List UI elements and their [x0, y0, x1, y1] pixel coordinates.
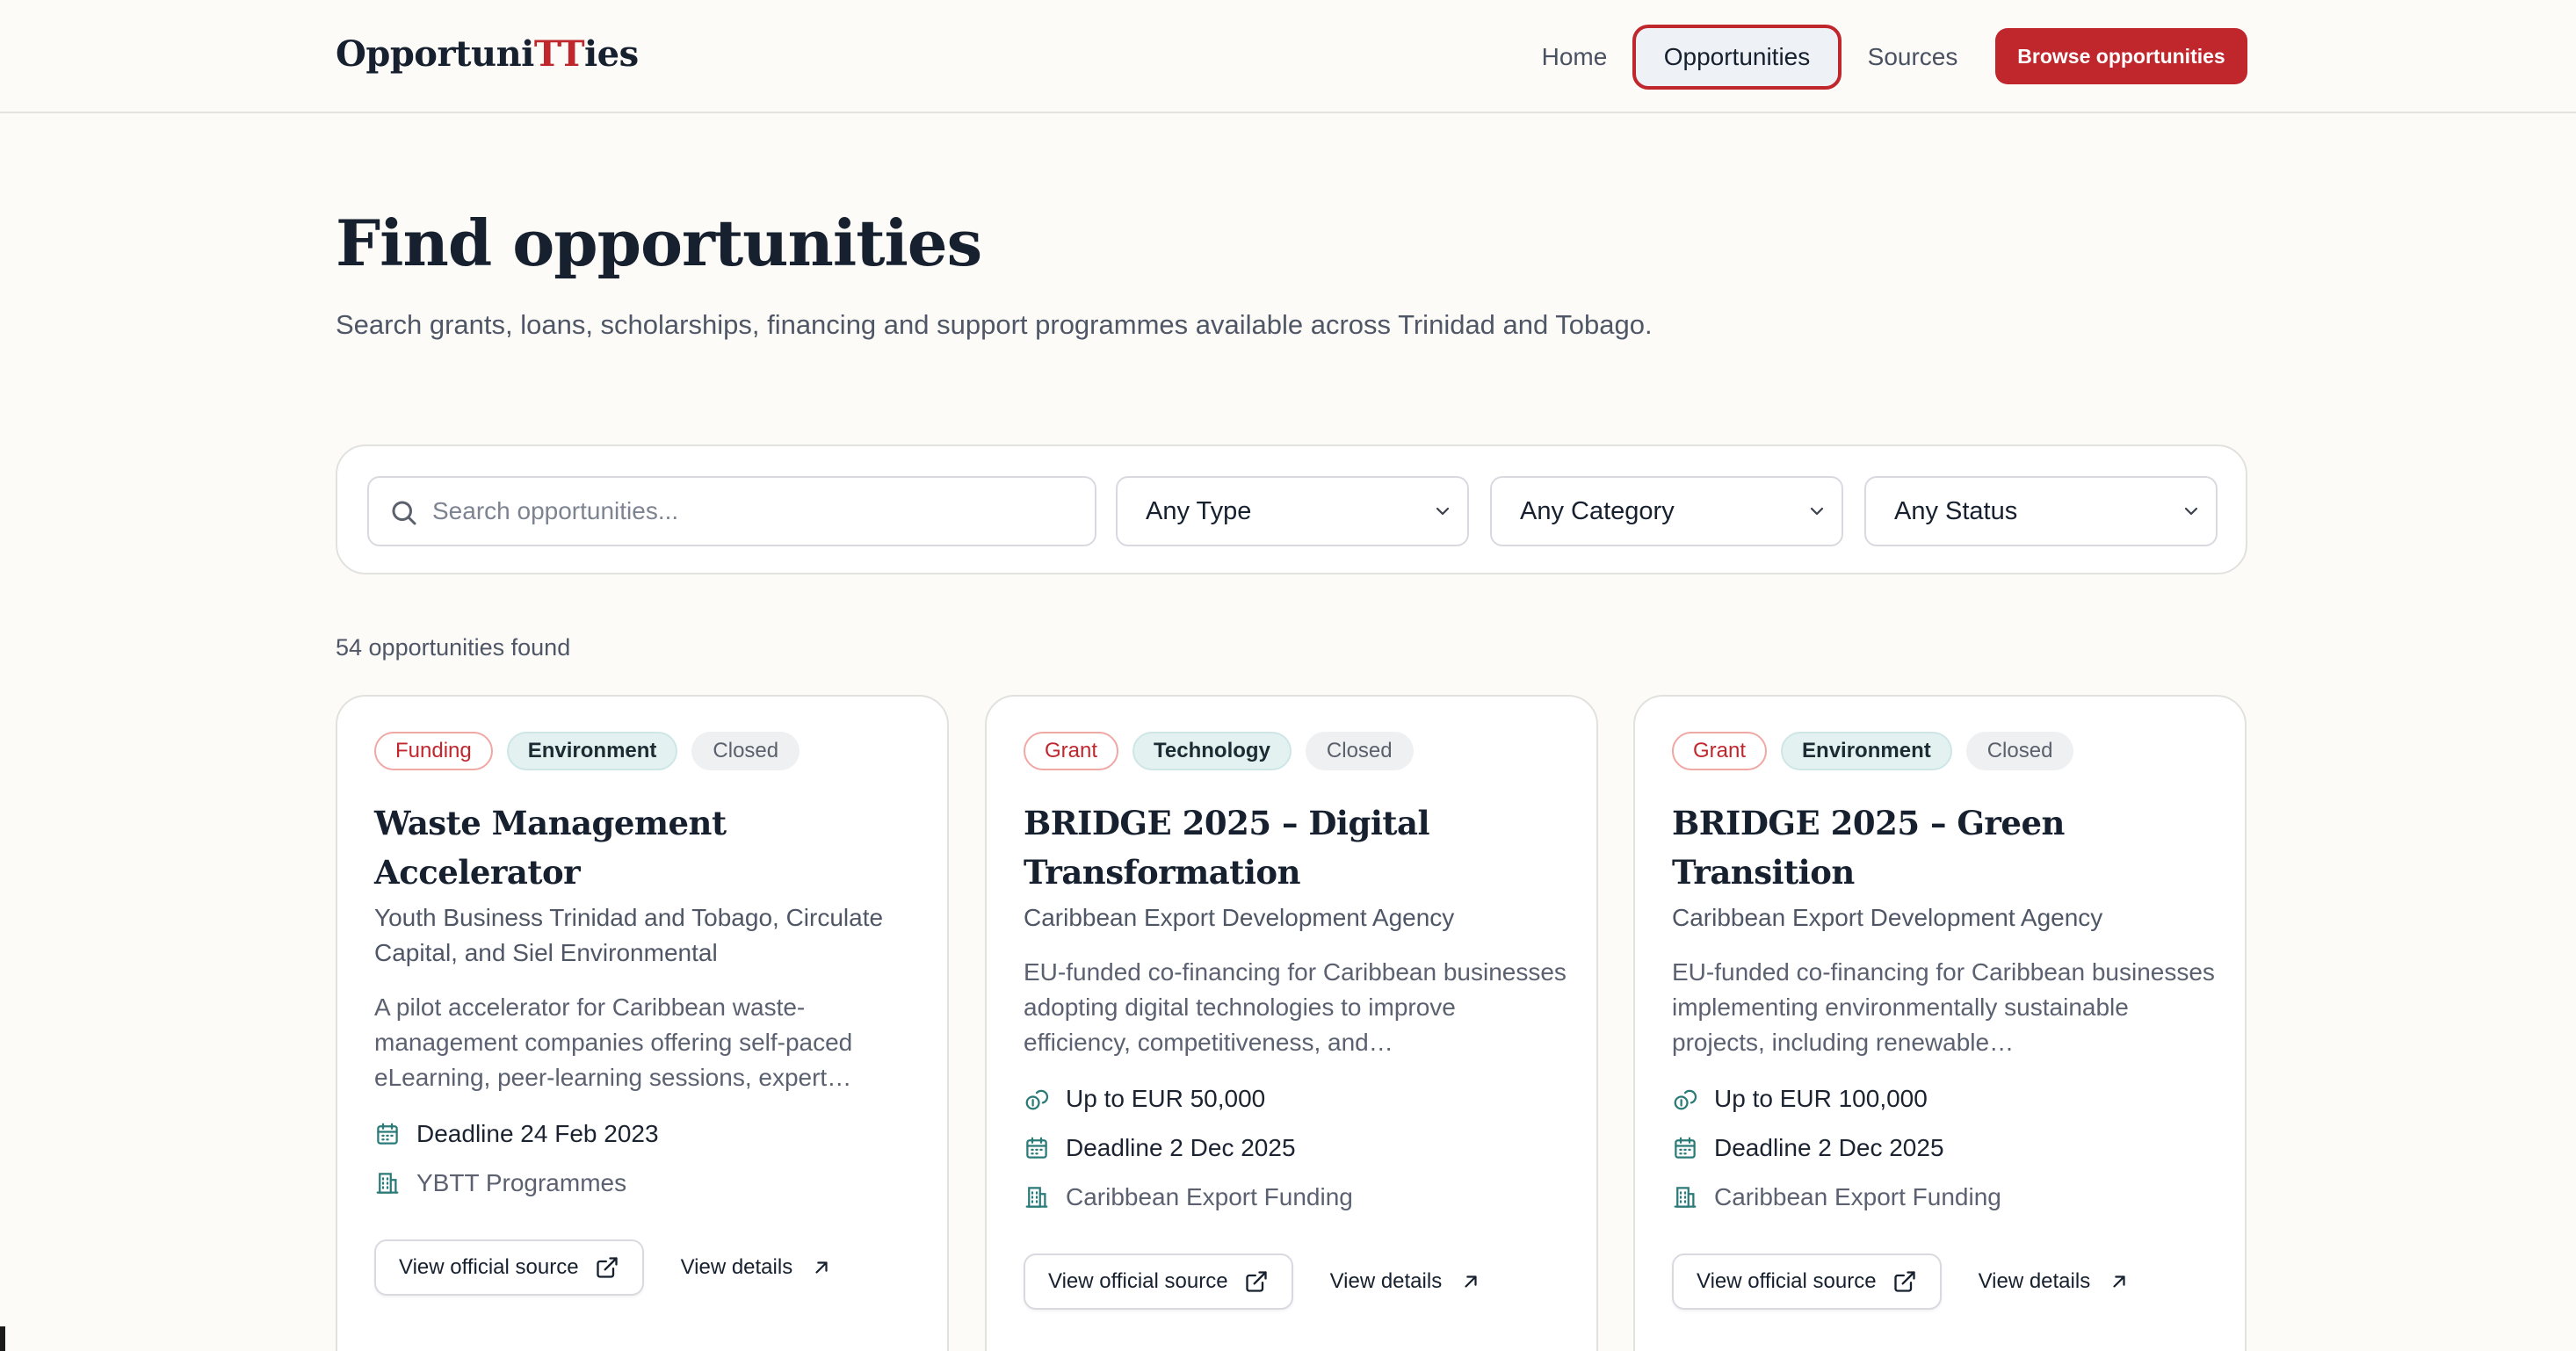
view-official-source-button[interactable]: View official source	[1672, 1253, 1942, 1310]
view-details-link[interactable]: View details	[681, 1255, 832, 1280]
card-organization: Caribbean Export Development Agency	[1024, 904, 1455, 931]
category-select-value: Any Category	[1520, 497, 1675, 525]
type-badge: Grant	[1024, 732, 1119, 770]
calendar-icon	[1675, 1137, 1696, 1159]
window-edge	[0, 1326, 5, 1351]
search-box[interactable]	[367, 476, 1096, 546]
coins-icon	[1674, 1089, 1697, 1110]
search-input[interactable]	[432, 478, 1082, 545]
deadline-row: Deadline 24 Feb 2023	[374, 1116, 919, 1152]
category-badge: Environment	[1781, 732, 1952, 770]
card-description: EU-funded co-financing for Caribbean bus…	[1672, 958, 2215, 1056]
deadline-row: Deadline 2 Dec 2025	[1672, 1131, 2217, 1166]
external-link-icon	[1245, 1271, 1267, 1292]
browse-opportunities-button[interactable]: Browse opportunities	[1995, 28, 2247, 84]
opportunity-card: Grant Environment Closed BRIDGE 2025 – G…	[1633, 695, 2247, 1351]
type-select-value: Any Type	[1146, 497, 1252, 525]
card-title[interactable]: BRIDGE 2025 – Digital Transformation	[1024, 798, 1568, 897]
building-icon	[1025, 1187, 1048, 1208]
status-select[interactable]: Any Status	[1864, 476, 2218, 546]
arrow-up-right-icon	[2113, 1275, 2125, 1288]
programme-row: Caribbean Export Funding	[1672, 1180, 2217, 1215]
view-details-link[interactable]: View details	[1330, 1269, 1481, 1294]
programme-row: YBTT Programmes	[374, 1166, 919, 1201]
view-details-link[interactable]: View details	[1979, 1269, 2130, 1294]
search-icon	[392, 501, 416, 525]
top-navbar: OpportuniTTies Home Opportunities Source…	[0, 0, 2576, 113]
chevron-down-icon	[2184, 507, 2198, 516]
page-title: Find opportunities	[336, 206, 982, 280]
category-select[interactable]: Any Category	[1490, 476, 1843, 546]
type-badge: Funding	[374, 732, 493, 770]
view-official-source-button[interactable]: View official source	[374, 1239, 644, 1296]
card-organization: Caribbean Export Development Agency	[1672, 904, 2103, 931]
status-badge: Closed	[1965, 732, 2074, 770]
type-select[interactable]: Any Type	[1116, 476, 1469, 546]
coins-icon	[1025, 1089, 1049, 1110]
building-icon	[376, 1173, 399, 1194]
filter-bar: Any Type Any Category Any Status	[336, 444, 2247, 574]
arrow-up-right-icon	[815, 1261, 828, 1274]
site-logo[interactable]: OpportuniTTies	[336, 33, 639, 75]
status-select-value: Any Status	[1894, 497, 2018, 525]
chevron-down-icon	[1436, 507, 1450, 516]
category-badge: Environment	[506, 732, 678, 770]
opportunity-card: Funding Environment Closed Waste Managem…	[336, 695, 949, 1351]
type-badge: Grant	[1672, 732, 1768, 770]
external-link-icon	[596, 1257, 618, 1278]
card-description: A pilot accelerator for Caribbean waste-…	[374, 993, 853, 1091]
page-subtitle: Search grants, loans, scholarships, fina…	[336, 309, 1653, 340]
amount-row: Up to EUR 50,000	[1024, 1081, 1568, 1116]
status-badge: Closed	[1305, 732, 1414, 770]
nav-sources[interactable]: Sources	[1854, 25, 1972, 90]
card-title[interactable]: BRIDGE 2025 – Green Transition	[1672, 798, 2217, 897]
card-title[interactable]: Waste Management Accelerator	[374, 798, 919, 897]
building-icon	[1674, 1187, 1697, 1208]
card-description: EU-funded co-financing for Caribbean bus…	[1024, 958, 1567, 1056]
external-link-icon	[1893, 1271, 1915, 1292]
programme-row: Caribbean Export Funding	[1024, 1180, 1568, 1215]
amount-row: Up to EUR 100,000	[1672, 1081, 2217, 1116]
arrow-up-right-icon	[1465, 1275, 1477, 1288]
category-badge: Technology	[1132, 732, 1292, 770]
deadline-row: Deadline 2 Dec 2025	[1024, 1131, 1568, 1166]
calendar-icon	[377, 1123, 398, 1145]
results-count: 54 opportunities found	[336, 634, 571, 661]
status-badge: Closed	[691, 732, 800, 770]
card-organization: Youth Business Trinidad and Tobago, Circ…	[374, 904, 884, 966]
calendar-icon	[1026, 1137, 1047, 1159]
nav-opportunities[interactable]: Opportunities	[1632, 25, 1842, 90]
chevron-down-icon	[1810, 507, 1824, 516]
nav-home[interactable]: Home	[1529, 25, 1620, 90]
opportunity-card: Grant Technology Closed BRIDGE 2025 – Di…	[985, 695, 1598, 1351]
view-official-source-button[interactable]: View official source	[1024, 1253, 1293, 1310]
